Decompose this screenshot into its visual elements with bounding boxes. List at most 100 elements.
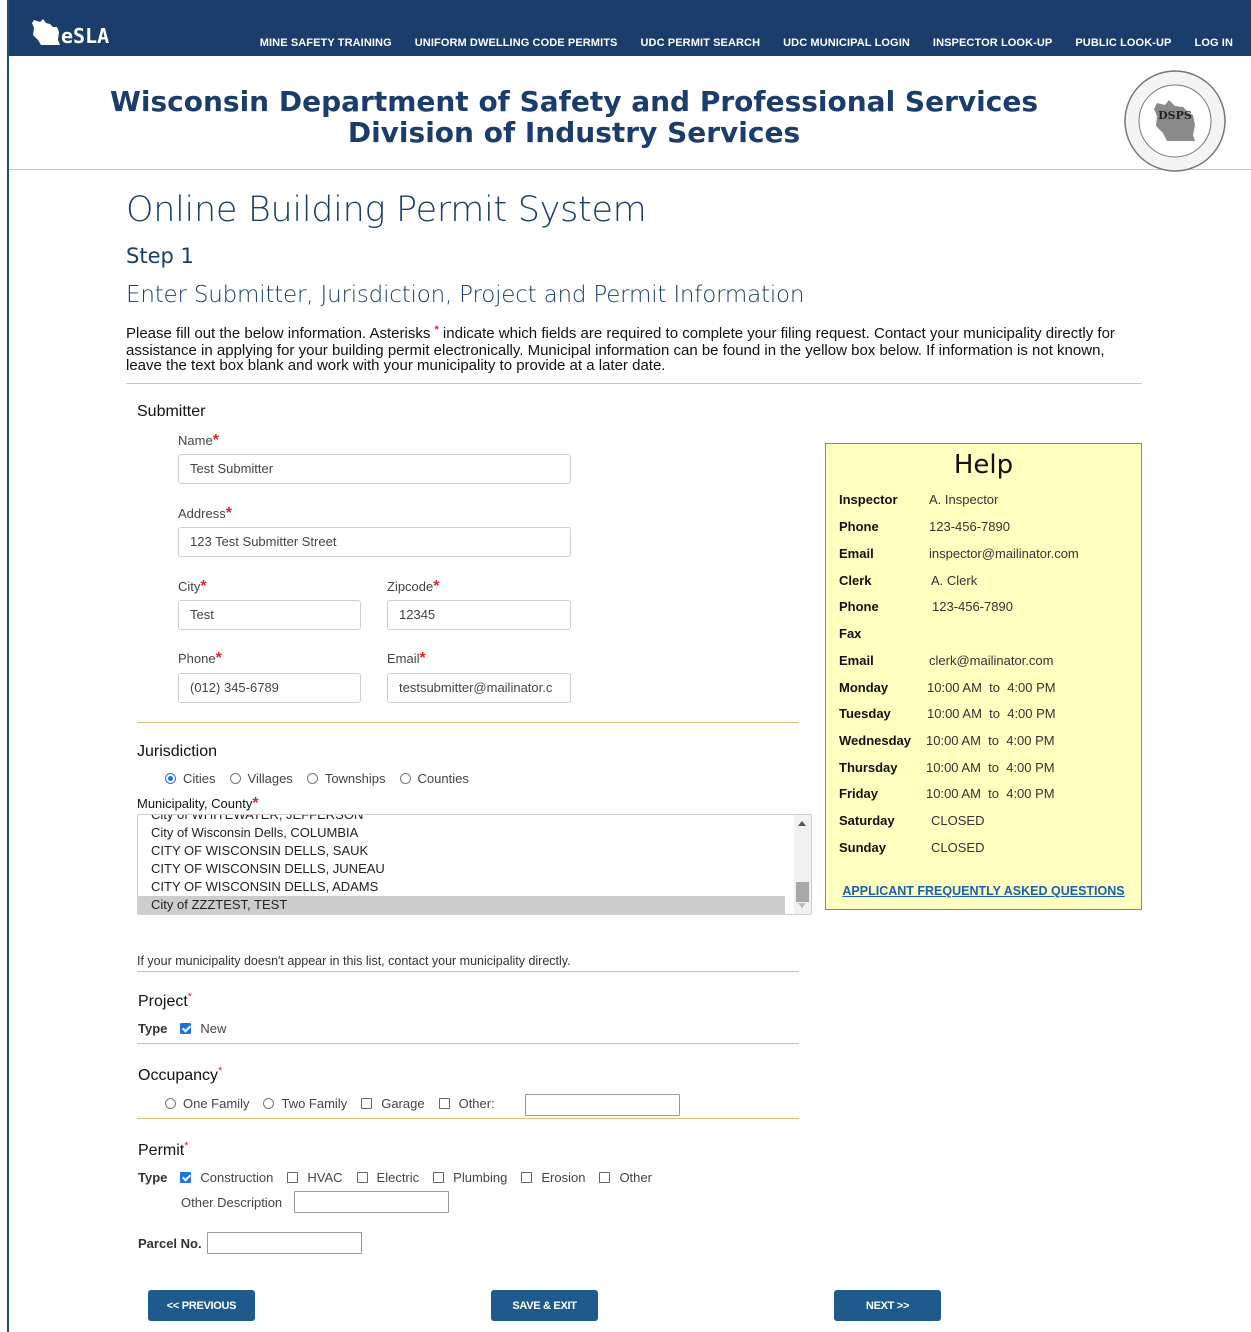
nav-links: MINE SAFETY TRAINING UNIFORM DWELLING CO… (260, 37, 1233, 49)
help-row-key: Thursday (839, 760, 898, 775)
radio-townships[interactable]: Townships (306, 771, 386, 786)
radio-counties[interactable]: Counties (399, 771, 469, 786)
radio-villages[interactable]: Villages (229, 771, 293, 786)
address-field[interactable]: 123 Test Submitter Street (178, 527, 571, 557)
help-row-value: 10:00 AM to 4:00 PM (927, 706, 1056, 721)
agency-name: Wisconsin Department of Safety and Profe… (109, 85, 1038, 118)
parcel-label: Parcel No. (138, 1236, 202, 1251)
checkbox-plumbing-control[interactable] (433, 1172, 445, 1183)
intro-text: Please fill out the below information. A… (126, 324, 1142, 384)
checkbox-garage[interactable]: Garage (361, 1096, 425, 1111)
checkbox-erosion-control[interactable] (521, 1172, 533, 1183)
save-exit-button[interactable]: SAVE & EXIT (491, 1290, 598, 1321)
zipcode-label: Zipcode* (387, 578, 440, 595)
radio-cities-control[interactable] (165, 773, 176, 784)
radio-counties-control[interactable] (399, 773, 411, 784)
help-title: Help (953, 450, 1014, 480)
checkbox-hvac[interactable]: HVAC (287, 1170, 343, 1185)
nav-link-udc-permits[interactable]: UNIFORM DWELLING CODE PERMITS (415, 37, 618, 49)
step-indicator: Step 1 (126, 244, 194, 268)
help-row-value: 123-456-7890 (929, 519, 1010, 534)
list-item[interactable]: CITY OF WISCONSIN DELLS, SAUK (138, 842, 785, 860)
occupancy-divider (137, 1118, 799, 1119)
scroll-thumb[interactable] (796, 882, 809, 902)
radio-villages-control[interactable] (229, 773, 241, 784)
parcel-input[interactable] (207, 1232, 362, 1254)
list-item[interactable]: City of WHITEWATER, JEFFERSON (138, 815, 785, 824)
next-button[interactable]: NEXT >> (834, 1290, 941, 1321)
help-row-value: CLOSED (931, 813, 985, 828)
seal-letters: DSPS (1158, 109, 1192, 122)
faq-link[interactable]: APPLICANT FREQUENTLY ASKED QUESTIONS (826, 884, 1141, 898)
checkbox-construction-control[interactable] (180, 1172, 192, 1183)
list-item-selected[interactable]: City of ZZZTEST, TEST (138, 896, 785, 914)
help-row-key: Clerk (839, 573, 872, 588)
city-label: City* (178, 578, 207, 595)
nav-link-udc-municipal-login[interactable]: UDC MUNICIPAL LOGIN (783, 37, 910, 49)
wisconsin-state-icon (32, 19, 60, 45)
municipality-listbox[interactable]: City of WHITEWATER, JEFFERSON City of Wi… (137, 814, 812, 915)
occupancy-other-input[interactable] (525, 1094, 680, 1116)
checkbox-other-occupancy-control[interactable] (438, 1098, 450, 1109)
page-title: Online Building Permit System (126, 190, 647, 230)
esla-logo[interactable]: eSLA (31, 12, 109, 46)
zipcode-field[interactable]: 12345 (387, 600, 571, 630)
checkbox-electric[interactable]: Electric (356, 1170, 419, 1185)
list-item[interactable]: City of Wisconsin Dells, COLUMBIA (138, 824, 785, 842)
radio-one-family[interactable]: One Family (165, 1096, 249, 1111)
help-row-key: Sunday (839, 840, 886, 855)
checkbox-plumbing[interactable]: Plumbing (433, 1170, 507, 1185)
permit-heading: Permit* (138, 1140, 189, 1159)
city-field[interactable]: Test (178, 600, 361, 630)
checkbox-new[interactable]: New (180, 1021, 226, 1036)
scroll-up-arrow-icon[interactable] (798, 821, 806, 826)
help-row-key: Email (839, 546, 874, 561)
nav-link-log-in[interactable]: LOG IN (1195, 37, 1234, 49)
email-label: Email* (387, 650, 426, 667)
help-row-value: 10:00 AM to 4:00 PM (926, 733, 1055, 748)
checkbox-erosion[interactable]: Erosion (521, 1170, 585, 1185)
checkbox-garage-control[interactable] (361, 1098, 373, 1109)
other-description-input[interactable] (294, 1191, 449, 1213)
occupancy-heading: Occupancy* (138, 1065, 223, 1084)
help-row-key: Phone (839, 519, 879, 534)
dsps-seal-icon: DSPS (1124, 70, 1226, 172)
name-field[interactable]: Test Submitter (178, 454, 571, 484)
checkbox-other-permit[interactable]: Other (599, 1170, 652, 1185)
checkbox-new-control[interactable] (180, 1023, 192, 1034)
checkbox-other-permit-control[interactable] (599, 1172, 611, 1183)
radio-one-family-control[interactable] (165, 1098, 176, 1109)
help-row-value: 10:00 AM to 4:00 PM (926, 786, 1055, 801)
nav-link-inspector-lookup[interactable]: INSPECTOR LOOK-UP (933, 37, 1052, 49)
permit-type-row: Type Construction HVAC Electric Plumbing… (138, 1170, 666, 1185)
phone-field[interactable]: (012) 345-6789 (178, 673, 361, 703)
list-item[interactable]: CITY OF WISCONSIN DELLS, ADAMS (138, 878, 785, 896)
nav-link-mine-safety-training[interactable]: MINE SAFETY TRAINING (260, 37, 392, 49)
help-row-key: Fax (839, 626, 862, 641)
other-description-label: Other Description (181, 1195, 283, 1210)
nav-link-public-lookup[interactable]: PUBLIC LOOK-UP (1075, 37, 1171, 49)
project-type-label: Type (138, 1021, 168, 1036)
previous-button[interactable]: << PREVIOUS (148, 1290, 255, 1321)
radio-two-family[interactable]: Two Family (263, 1096, 347, 1111)
checkbox-electric-control[interactable] (356, 1172, 368, 1183)
help-row-key: Monday (839, 680, 889, 695)
email-field[interactable]: testsubmitter@mailinator.c (387, 673, 571, 703)
project-heading: Project* (138, 991, 193, 1010)
occupancy-options: One Family Two Family Garage Other: (165, 1096, 509, 1111)
municipality-label: Municipality, County* (137, 795, 259, 812)
radio-townships-control[interactable] (306, 773, 318, 784)
scroll-down-arrow-icon[interactable] (798, 903, 806, 908)
nav-link-udc-permit-search[interactable]: UDC PERMIT SEARCH (640, 37, 760, 49)
help-row-key: Inspector (839, 492, 898, 507)
help-row-value: clerk@mailinator.com (929, 653, 1054, 668)
jurisdiction-divider (137, 971, 799, 972)
intro-required-star: * (434, 324, 439, 336)
checkbox-construction[interactable]: Construction (180, 1170, 273, 1185)
list-item[interactable]: CITY OF WISCONSIN DELLS, JUNEAU (138, 860, 785, 878)
checkbox-hvac-control[interactable] (287, 1172, 299, 1183)
listbox-scrollbar[interactable] (794, 815, 811, 914)
checkbox-other-occupancy[interactable]: Other: (438, 1096, 495, 1111)
radio-cities[interactable]: Cities (165, 771, 216, 786)
radio-two-family-control[interactable] (263, 1098, 275, 1109)
